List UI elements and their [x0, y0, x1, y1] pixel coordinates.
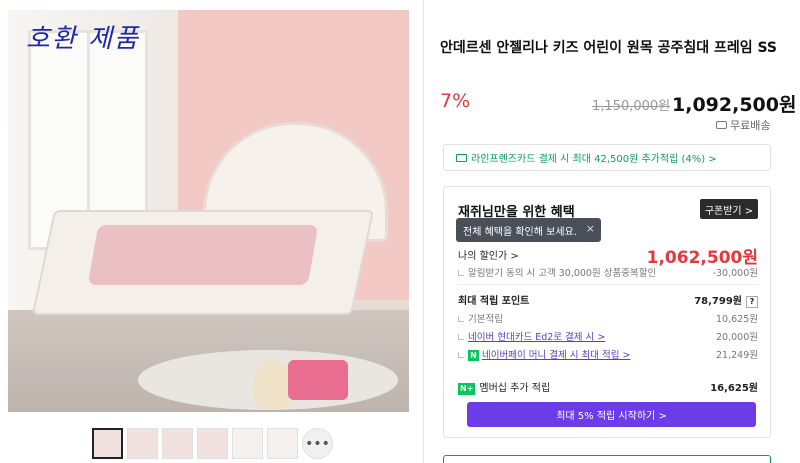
basic-points-row: 기본적립 10,625원 — [458, 311, 758, 325]
credit-card-icon — [456, 153, 467, 162]
image-handwritten-note: 호환 제품 — [26, 24, 140, 54]
original-price: 1,150,000원 — [592, 99, 671, 114]
notify-discount-row: 알림받기 동의 시 고객 30,000원 상품중복할인 -30,000원 — [458, 265, 758, 279]
shipping-label: 무료배송 — [730, 119, 771, 132]
points-value: 78,799원 — [694, 296, 742, 307]
thumbnail-strip: ••• — [92, 428, 333, 459]
shipping-info: 무료배송 — [716, 117, 770, 133]
hyundai-card-row: 네이버 현대카드 Ed2로 결제 시 > 20,000원 — [458, 329, 758, 343]
naver-pay-icon: N — [468, 350, 479, 361]
thumbnail-1[interactable] — [92, 428, 123, 459]
hyundai-card-link[interactable]: 네이버 현대카드 Ed2로 결제 시 > — [468, 332, 605, 343]
image-blanket — [87, 225, 319, 285]
sale-price: 1,092,500원 — [672, 94, 797, 116]
membership-label: 멤버십 추가 적립 — [479, 383, 551, 394]
basic-points-label: 기본적립 — [468, 314, 503, 325]
points-row: 최대 적립 포인트 78,799원? — [458, 292, 758, 308]
start-membership-button[interactable]: 최대 5% 적립 시작하기 > — [467, 402, 756, 427]
coupon-button[interactable]: 구폰받기 > — [700, 199, 758, 219]
thumbnail-6[interactable] — [267, 428, 298, 459]
npay-value: 21,249원 — [716, 350, 758, 361]
thumbnail-2[interactable] — [127, 428, 158, 459]
indent-icon — [458, 352, 464, 358]
basic-points-value: 10,625원 — [716, 314, 758, 325]
tooltip-text: 전체 혜택을 확인해 보세요. — [463, 226, 577, 238]
image-basket — [288, 360, 348, 400]
column-divider — [423, 0, 424, 463]
indent-icon — [458, 316, 464, 322]
benefit-separator — [458, 284, 758, 285]
notify-label: 알림받기 동의 시 고객 30,000원 상품중복할인 — [468, 268, 657, 279]
points-label: 최대 적립 포인트 — [458, 296, 530, 307]
npay-link[interactable]: 네이버페이 머니 결제 시 최대 적립 > — [482, 350, 630, 361]
product-main-image[interactable]: 호환 제품 — [8, 10, 409, 412]
truck-icon — [716, 121, 727, 129]
product-page: 호환 제품 ••• 안데르센 안젤리나 키즈 어린이 원목 공주침대 프레임 S… — [0, 0, 800, 463]
hyundai-card-value: 20,000원 — [716, 332, 758, 343]
product-title: 안데르센 안젤리나 키즈 어린이 원목 공주침대 프레임 SS — [440, 40, 778, 56]
naver-plus-icon: N+ — [458, 383, 476, 395]
my-price-label[interactable]: 나의 할인가 > — [458, 251, 519, 262]
card-benefit-banner[interactable]: 라인프렌즈카드 결제 시 최대 42,500원 추가적립 (4%) > — [443, 144, 771, 171]
indent-icon — [458, 270, 464, 276]
points-value-wrap: 78,799원? — [694, 292, 758, 308]
benefit-tooltip: 전체 혜택을 확인해 보세요. × — [456, 218, 601, 242]
next-section-edge — [443, 455, 771, 463]
my-price-row: 나의 할인가 > 1,062,500원 — [458, 247, 758, 268]
npay-row: N 네이버페이 머니 결제 시 최대 적립 > 21,249원 — [458, 347, 758, 361]
image-teddy-bear — [253, 360, 293, 410]
card-benefit-text: 라인프렌즈카드 결제 시 최대 42,500원 추가적립 (4%) > — [471, 154, 717, 165]
indent-icon — [458, 334, 464, 340]
thumbnail-5[interactable] — [232, 428, 263, 459]
thumbnail-3[interactable] — [162, 428, 193, 459]
thumbnail-4[interactable] — [197, 428, 228, 459]
benefit-box: 재쥐님만을 위한 혜택 구폰받기 > 나의 할인가 > 1,062,500원 전… — [443, 186, 771, 438]
membership-row: N+ 멤버십 추가 적립 16,625원 — [458, 379, 758, 395]
notify-value: -30,000원 — [712, 268, 758, 279]
discount-rate: 7% — [440, 90, 471, 112]
help-icon[interactable]: ? — [746, 296, 758, 308]
membership-value: 16,625원 — [710, 383, 758, 394]
more-thumbnails-button[interactable]: ••• — [302, 428, 333, 459]
tooltip-close-icon[interactable]: × — [586, 222, 595, 235]
